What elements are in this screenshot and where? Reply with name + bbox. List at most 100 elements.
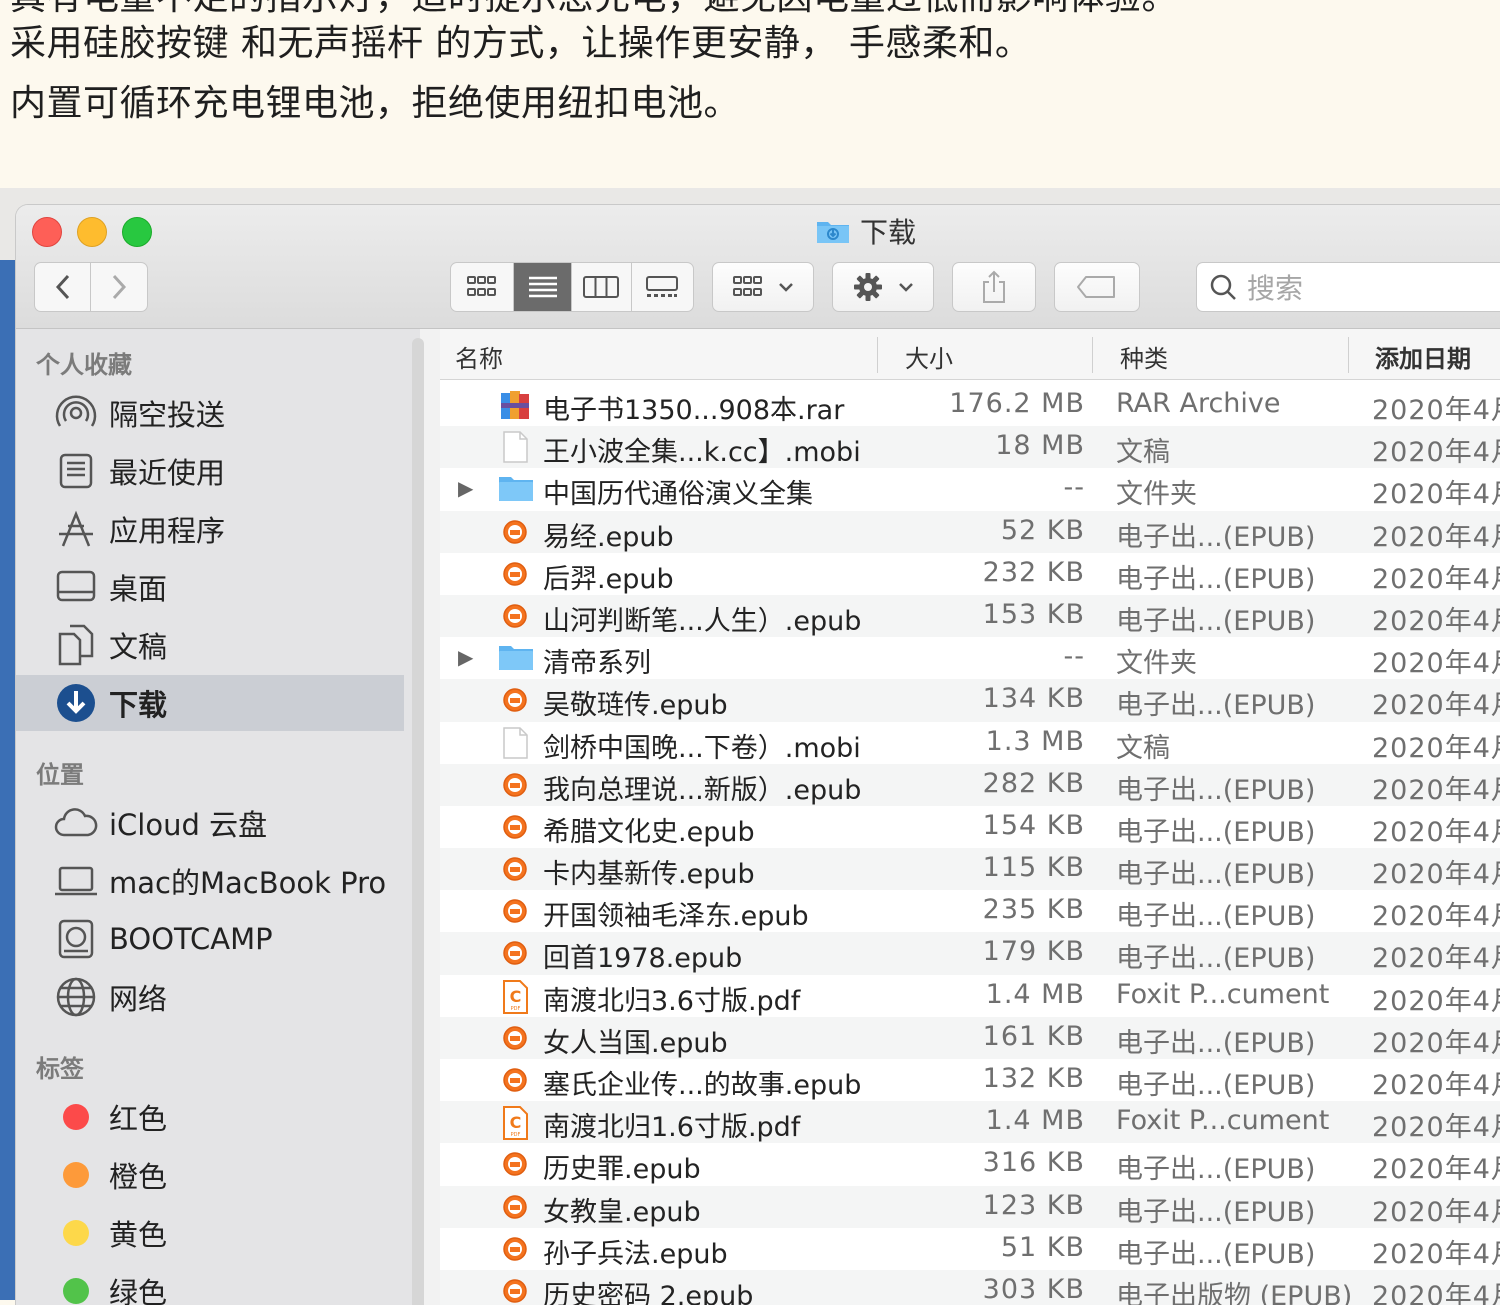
folder-icon: [498, 473, 533, 505]
file-size: 18 MB: [995, 430, 1085, 462]
file-row[interactable]: 女人当国.epub 161 KB 电子出...(EPUB) 2020年4月: [440, 1016, 1500, 1059]
sidebar-item-desktop[interactable]: 桌面: [16, 559, 404, 615]
file-row[interactable]: 王小波全集...k.cc】.mobi 18 MB 文稿 2020年4月: [440, 426, 1500, 469]
edit-tags-button[interactable]: [1054, 262, 1140, 312]
back-button[interactable]: [35, 263, 92, 311]
recents-icon: [54, 449, 98, 493]
sidebar-item-airdrop[interactable]: 隔空投送: [16, 385, 404, 441]
yellow-tag-dot-icon: [54, 1211, 98, 1255]
icon-view-button[interactable]: [451, 263, 515, 311]
file-row[interactable]: C PDF 南渡北归3.6寸版.pdf 1.4 MB Foxit P...cument 2…: [440, 975, 1500, 1017]
file-size: 179 KB: [982, 936, 1085, 968]
file-row[interactable]: 电子书1350...908本.rar 176.2 MB RAR Archive 202…: [440, 384, 1500, 426]
file-date-added: 2020年4月: [1372, 437, 1500, 469]
epub-book-icon: [498, 1148, 532, 1180]
file-row[interactable]: 开国领袖毛泽东.epub 235 KB 电子出...(EPUB) 2020年4月: [440, 890, 1500, 932]
file-row[interactable]: 历史罪.epub 316 KB 电子出...(EPUB) 2020年4月: [440, 1143, 1500, 1185]
sidebar-scrollbar[interactable]: [412, 338, 424, 1305]
group-by-button[interactable]: [712, 262, 814, 312]
column-view-icon: [583, 276, 620, 298]
sidebar-item-applications[interactable]: 应用程序: [16, 501, 404, 557]
file-name: 南渡北归1.6寸版.pdf: [543, 1112, 801, 1144]
sidebar-item-label: 绿色: [109, 1276, 168, 1305]
document-icon: [498, 431, 532, 463]
file-row[interactable]: 孙子兵法.epub 51 KB 电子出...(EPUB) 2020年4月: [440, 1228, 1500, 1270]
disk-icon: [54, 917, 98, 961]
caption-line-2: 采用硅胶按键 和无声摇杆 的方式，让操作更安静， 手感柔和。: [10, 23, 1032, 64]
column-header-date-added[interactable]: 添加日期: [1375, 339, 1471, 374]
title-toolbar: 下载 搜索: [16, 205, 1500, 329]
column-view-button[interactable]: [572, 263, 632, 311]
document-icon: [498, 726, 532, 759]
list-view-button[interactable]: [514, 263, 573, 311]
file-date-added: 2020年4月: [1372, 1154, 1500, 1186]
search-icon: [1210, 274, 1236, 300]
chevron-right-icon: [112, 274, 127, 300]
sidebar-item-documents[interactable]: 文稿: [16, 617, 404, 673]
file-row[interactable]: 后羿.epub 232 KB 电子出...(EPUB) 2020年4月: [440, 553, 1500, 595]
file-row[interactable]: ▶ 中国历代通俗演义全集 -- 文件夹 2020年4月: [440, 468, 1500, 510]
minimize-window-button[interactable]: [77, 217, 107, 247]
file-kind: 电子出...(EPUB): [1116, 816, 1316, 848]
sidebar-item-bootcamp[interactable]: BOOTCAMP: [16, 911, 404, 967]
file-name: 电子书1350...908本.rar: [543, 395, 845, 426]
column-divider[interactable]: [877, 337, 878, 373]
sidebar: 个人收藏 隔空投送 最近使用 应用程序 桌面 文稿 下载 位置 iCloud 云…: [16, 329, 420, 1305]
file-date-added: 2020年4月: [1372, 1238, 1500, 1270]
file-row[interactable]: 卡内基新传.epub 115 KB 电子出...(EPUB) 2020年4月: [440, 848, 1500, 891]
column-divider[interactable]: [1348, 337, 1349, 373]
sidebar-item-tag-yellow[interactable]: 黄色: [16, 1205, 404, 1261]
sidebar-item-tag-green[interactable]: 绿色: [16, 1263, 404, 1305]
file-size: 51 KB: [1000, 1231, 1085, 1263]
search-field[interactable]: 搜索: [1196, 262, 1500, 312]
file-name: 清帝系列: [543, 648, 651, 680]
gallery-view-button[interactable]: [632, 263, 693, 311]
share-button[interactable]: [952, 262, 1036, 312]
file-row[interactable]: 吴敬琏传.epub 134 KB 电子出...(EPUB) 2020年4月: [440, 679, 1500, 722]
file-row[interactable]: 希腊文化史.epub 154 KB 电子出...(EPUB) 2020年4月: [440, 806, 1500, 848]
file-row[interactable]: C PDF 南渡北归1.6寸版.pdf 1.4 MB Foxit P...cument 2…: [440, 1101, 1500, 1144]
file-rows: 电子书1350...908本.rar 176.2 MB RAR Archive 202…: [440, 384, 1500, 1305]
file-size: --: [1063, 472, 1085, 504]
file-row[interactable]: 山河判断笔...人生）.epub 153 KB 电子出...(EPUB) 2020年4…: [440, 594, 1500, 638]
column-header-kind[interactable]: 种类: [1120, 339, 1168, 374]
file-row[interactable]: 塞氏企业传...的故事.epub 132 KB 电子出...(EPUB) 2020年4…: [440, 1059, 1500, 1101]
file-row[interactable]: 易经.epub 52 KB 电子出...(EPUB) 2020年4月: [440, 510, 1500, 553]
sidebar-item-label: 最近使用: [109, 456, 226, 490]
close-window-button[interactable]: [32, 217, 62, 247]
file-row[interactable]: 剑桥中国晚...下卷）.mobi 1.3 MB 文稿 2020年4月: [440, 722, 1500, 764]
file-kind: 电子出...(EPUB): [1116, 1070, 1316, 1101]
grid-view-icon: [467, 276, 497, 296]
sidebar-item-downloads[interactable]: 下载: [16, 675, 404, 731]
orange-tag-dot-icon: [54, 1153, 98, 1197]
sidebar-item-tag-orange[interactable]: 橙色: [16, 1147, 404, 1203]
column-header-size[interactable]: 大小: [905, 339, 953, 374]
epub-book-icon: [498, 1275, 532, 1305]
file-row[interactable]: 历史密码 2.epub 303 KB 电子出版物 (EPUB) 2020年4月: [440, 1269, 1500, 1305]
action-menu-button[interactable]: [832, 262, 934, 312]
file-row[interactable]: 我向总理说...新版）.epub 282 KB 电子出...(EPUB) 2020年4…: [440, 763, 1500, 806]
window-title-text: 下载: [860, 216, 917, 249]
column-divider[interactable]: [1092, 337, 1093, 373]
zoom-window-button[interactable]: [122, 217, 152, 247]
file-row[interactable]: 回首1978.epub 179 KB 电子出...(EPUB) 2020年4月: [440, 932, 1500, 975]
sidebar-item-recents[interactable]: 最近使用: [16, 443, 404, 499]
file-row[interactable]: ▶ 清帝系列 -- 文件夹 2020年4月: [440, 637, 1500, 679]
sidebar-item-icloud[interactable]: iCloud 云盘: [16, 795, 404, 851]
disclosure-triangle-icon[interactable]: ▶: [458, 476, 473, 500]
disclosure-triangle-icon[interactable]: ▶: [458, 645, 473, 669]
sidebar-item-tag-red[interactable]: 红色: [16, 1089, 404, 1145]
file-kind: 文件夹: [1116, 479, 1197, 511]
file-size: 176.2 MB: [949, 388, 1085, 419]
sidebar-item-network[interactable]: 网络: [16, 969, 404, 1025]
file-date-added: 2020年4月: [1372, 395, 1500, 426]
file-date-added: 2020年4月: [1372, 648, 1500, 680]
sidebar-item-macbook[interactable]: mac的MacBook Pro: [16, 853, 404, 909]
file-name: 我向总理说...新版）.epub: [543, 774, 862, 806]
file-row[interactable]: 女教皇.epub 123 KB 电子出...(EPUB) 2020年4月: [440, 1185, 1500, 1228]
file-date-added: 2020年4月: [1372, 859, 1500, 891]
epub-book-icon: [498, 1191, 532, 1223]
sidebar-item-label: 文稿: [109, 630, 168, 664]
column-header-name[interactable]: 名称: [455, 339, 503, 374]
forward-button[interactable]: [91, 263, 147, 311]
